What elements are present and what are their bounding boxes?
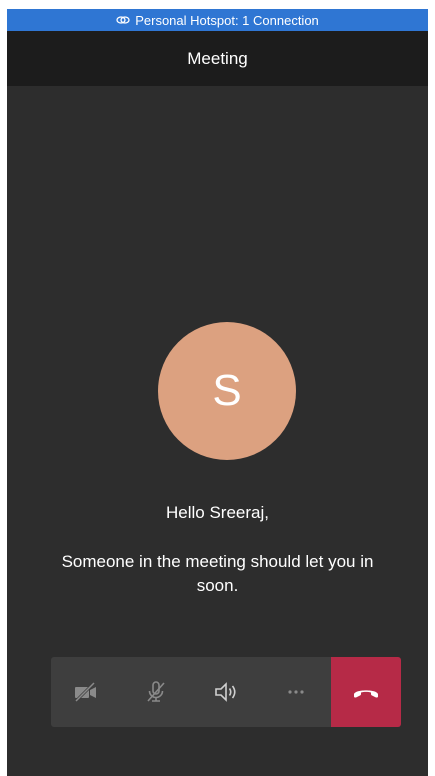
hang-up-button[interactable]: [331, 657, 401, 727]
page-title: Meeting: [187, 48, 248, 68]
avatar: S: [158, 322, 296, 460]
link-icon: [116, 16, 130, 24]
greeting-text: Hello Sreeraj,: [166, 503, 269, 522]
more-options-button[interactable]: [261, 657, 331, 727]
hotspot-status-bar[interactable]: Personal Hotspot: 1 Connection: [7, 9, 428, 31]
avatar-initial: S: [212, 366, 242, 415]
call-controls-toolbar: [51, 657, 401, 727]
camera-toggle-button[interactable]: [51, 657, 121, 727]
camera-off-icon: [74, 681, 96, 703]
microphone-toggle-button[interactable]: [121, 657, 191, 727]
hangup-icon: [354, 690, 378, 698]
lobby-wait-message: Someone in the meeting should let you in…: [61, 552, 374, 595]
call-controls-group: [51, 657, 331, 727]
hotspot-text: Personal Hotspot: 1 Connection: [135, 12, 319, 28]
speaker-icon: [215, 682, 236, 702]
mic-off-icon: [147, 681, 165, 702]
meeting-screen: Personal Hotspot: 1 Connection Meeting S…: [7, 9, 428, 776]
meeting-header: Meeting: [7, 31, 428, 86]
more-icon: [288, 690, 304, 694]
speaker-button[interactable]: [191, 657, 261, 727]
